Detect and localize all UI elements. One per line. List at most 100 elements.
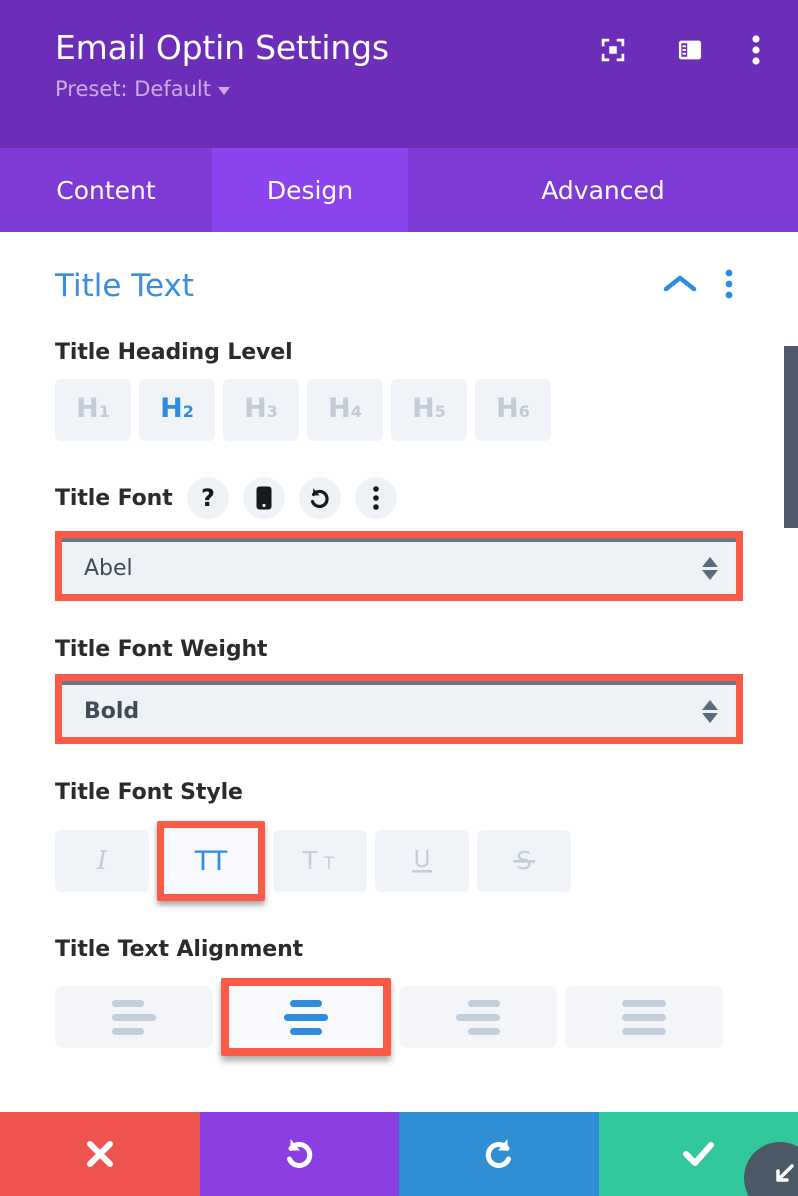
- resize-diagonal-icon: [776, 1164, 794, 1182]
- field-title-font-weight: Title Font Weight Bold: [55, 637, 743, 744]
- font-style-strikethrough-button[interactable]: S: [477, 830, 571, 892]
- align-left-button[interactable]: [55, 986, 213, 1048]
- h2-letter: H: [160, 393, 183, 424]
- small-caps-icon: T T: [301, 846, 335, 875]
- italic-icon: I: [96, 846, 108, 876]
- help-icon[interactable]: ?: [186, 477, 229, 519]
- align-right-button[interactable]: [399, 986, 557, 1048]
- svg-text:I: I: [96, 846, 108, 876]
- redo-button[interactable]: [399, 1112, 599, 1196]
- preset-label: Preset: Default: [55, 77, 211, 101]
- modal-header: Email Optin Settings Preset: Default: [0, 0, 798, 148]
- align-center-button[interactable]: [221, 978, 391, 1056]
- field-title-font-style: Title Font Style I TT T T U: [55, 780, 743, 901]
- h1-letter: H: [76, 393, 99, 424]
- responsive-mobile-icon[interactable]: [242, 477, 285, 519]
- field-label: Title Heading Level: [55, 340, 743, 365]
- panel-layout-icon[interactable]: [676, 36, 704, 68]
- heading-level-h6[interactable]: H6: [475, 379, 551, 441]
- select-stepper-icon[interactable]: [702, 699, 718, 723]
- more-vertical-icon[interactable]: [354, 477, 397, 519]
- title-font-value: Abel: [84, 555, 133, 581]
- h6-letter: H: [496, 393, 519, 424]
- h5-letter: H: [412, 393, 435, 424]
- font-style-small-caps-button[interactable]: T T: [273, 830, 367, 892]
- align-left-icon: [112, 999, 156, 1035]
- title-text-alignment-label: Title Text Alignment: [55, 937, 304, 962]
- section-controls: [663, 269, 743, 303]
- tab-content[interactable]: Content: [0, 148, 212, 232]
- h6-num: 6: [518, 402, 530, 421]
- h5-num: 5: [434, 402, 446, 421]
- heading-level-h1[interactable]: H1: [55, 379, 131, 441]
- focus-target-icon[interactable]: [598, 35, 628, 69]
- undo-button[interactable]: [199, 1112, 399, 1196]
- title-font-weight-select-highlight: Bold: [55, 674, 743, 744]
- underline-icon: U: [412, 847, 432, 873]
- heading-level-label: Title Heading Level: [55, 340, 293, 365]
- align-justify-icon: [622, 999, 666, 1035]
- font-style-uppercase-button[interactable]: TT: [157, 821, 265, 901]
- h4-letter: H: [328, 393, 351, 424]
- section-more-vertical-icon[interactable]: [725, 269, 733, 303]
- title-font-style-options: I TT T T U: [55, 821, 743, 901]
- field-label: Title Text Alignment: [55, 937, 743, 962]
- settings-body: Title Text Title Heading Level H 1 H 2 H…: [0, 232, 798, 1112]
- h2-num: 2: [182, 402, 194, 421]
- h3-num: 3: [266, 402, 278, 421]
- heading-level-h2[interactable]: H2: [139, 379, 215, 441]
- h3-letter: H: [244, 393, 267, 424]
- title-font-select[interactable]: Abel: [62, 538, 736, 594]
- modal-footer: [0, 1112, 798, 1196]
- h1-num: 1: [98, 402, 110, 421]
- settings-modal: Email Optin Settings Preset: Default Con…: [0, 0, 798, 1196]
- title-text-alignment-options: [55, 978, 743, 1056]
- title-font-select-highlight: Abel: [55, 531, 743, 601]
- field-label: Title Font ?: [55, 477, 743, 519]
- section-header-title-text: Title Text: [55, 232, 743, 304]
- heading-level-h4[interactable]: H4: [307, 379, 383, 441]
- more-vertical-icon[interactable]: [752, 34, 760, 70]
- scrollbar-thumb[interactable]: [784, 346, 798, 528]
- field-title-font: Title Font ? Abel: [55, 477, 743, 601]
- svg-text:T: T: [301, 846, 318, 875]
- redo-arrow-icon: [485, 1139, 511, 1169]
- title-font-style-label: Title Font Style: [55, 780, 243, 805]
- strikethrough-icon: S: [513, 846, 535, 875]
- section-title: Title Text: [55, 268, 194, 304]
- heading-level-options: H1 H2 H3 H4 H5 H6: [55, 379, 743, 441]
- svg-text:?: ?: [201, 485, 215, 511]
- tab-design[interactable]: Design: [212, 148, 408, 232]
- title-font-weight-select[interactable]: Bold: [62, 681, 736, 737]
- title-font-weight-value: Bold: [84, 698, 140, 724]
- chevron-up-icon[interactable]: [663, 273, 697, 299]
- field-title-heading-level: Title Heading Level H1 H2 H3 H4 H5 H 6: [55, 340, 743, 441]
- select-stepper-icon[interactable]: [702, 556, 718, 580]
- tab-advanced[interactable]: Advanced: [408, 148, 798, 232]
- font-style-italic-button[interactable]: I: [55, 830, 149, 892]
- align-justify-button[interactable]: [565, 986, 723, 1048]
- cancel-button[interactable]: [0, 1112, 200, 1196]
- close-x-icon: [86, 1141, 113, 1167]
- field-label: Title Font Style: [55, 780, 743, 805]
- svg-text:T: T: [323, 854, 335, 874]
- checkmark-icon: [683, 1142, 715, 1166]
- heading-level-h5[interactable]: H5: [391, 379, 467, 441]
- heading-level-h3[interactable]: H3: [223, 379, 299, 441]
- align-right-icon: [456, 999, 500, 1035]
- chevron-down-icon: [217, 86, 230, 95]
- uppercase-tt-icon: TT: [194, 846, 228, 877]
- reset-undo-icon[interactable]: [298, 477, 341, 519]
- scrollbar-track[interactable]: [784, 232, 798, 1112]
- font-style-underline-button[interactable]: U: [375, 830, 469, 892]
- title-font-label: Title Font: [55, 485, 173, 511]
- undo-arrow-icon: [287, 1139, 313, 1169]
- svg-text:U: U: [414, 847, 431, 873]
- tab-bar: Content Design Advanced: [0, 148, 798, 232]
- header-actions: [598, 34, 760, 70]
- title-font-weight-label: Title Font Weight: [55, 637, 268, 662]
- align-center-icon: [284, 999, 328, 1035]
- h4-num: 4: [350, 402, 362, 421]
- field-title-text-alignment: Title Text Alignment: [55, 937, 743, 1056]
- preset-selector[interactable]: Preset: Default: [55, 77, 230, 101]
